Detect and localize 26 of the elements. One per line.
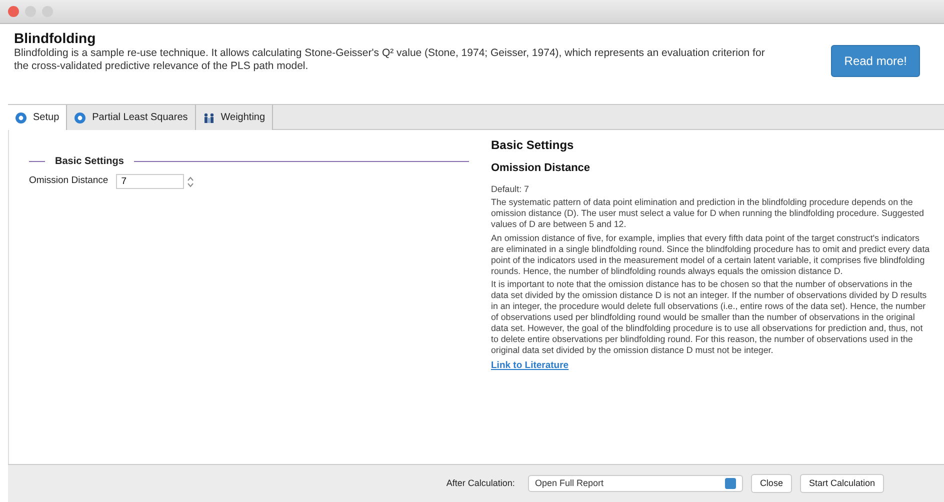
after-calculation-label: After Calculation: (446, 476, 515, 490)
spinner-icon[interactable] (187, 176, 194, 188)
tab[interactable]: Weighting (196, 105, 274, 130)
people-icon (202, 112, 215, 124)
tab[interactable]: Partial Least Squares (67, 105, 196, 130)
literature-link[interactable]: Link to Literature (491, 360, 569, 372)
gear-icon (74, 112, 86, 124)
help-subheading: Omission Distance (491, 162, 592, 176)
help-paragraph: An omission distance of five, for example, implies that every fifth data point of the target construct's indicators are eliminated in a single blindfolding round. Since the blindfolding procedure has to omit and predict every data point of the indicators used in the measurement model of a certain latent variable, it comprises five blindfolding rounds. Hence, the number of blindfolding rounds always equals the omission distance D. (491, 233, 931, 276)
help-paragraph: It is important to note that the omission distance has to be chosen so that the number of observations in the data set divided by the omission distance D is not an integer. If the number of observations divided by D results in an integer, the procedure would delete full observations (i.e., entire rows of the data set). Hence, the number of observations used per blindfolding round would be smaller than the number of observations in the original data set. However, the goal of the blindfolding procedure is to use all observations for prediction and, thus, not to delete entire observations per blindfolding round. For this reason, the number of observations used in the original data set divided by the omission distance D must not be integer. (491, 279, 928, 356)
gear-icon (15, 112, 27, 124)
close-button[interactable]: Close (750, 474, 792, 494)
start-calculation-button[interactable]: Start Calculation (800, 474, 884, 494)
help-heading: Basic Settings (491, 138, 575, 152)
description-text: Blindfolding is a sample re-use technique. It allows calculating Stone-Geisser's Q² value (Stone, 1974; Geisser, 1974), which represents an evaluation criterion for the cross-validated predictive relevance of the PLS path model. (14, 46, 766, 74)
dialog-title: Blindfolding (14, 30, 97, 47)
report-dropdown[interactable]: Open Full Report (528, 475, 743, 492)
tab[interactable]: Setup (8, 105, 68, 130)
read-more-button[interactable]: Read more! (831, 45, 920, 77)
group-rule (29, 161, 45, 162)
number-field[interactable]: 7 (116, 174, 184, 189)
help-paragraph: Default: 7 (491, 184, 530, 194)
close-button[interactable] (8, 6, 19, 17)
help-paragraph: The systematic pattern of data point elimination and prediction in the blindfolding procedure depends on the omission distance (D). The user must select a value for D when running the blindfolding procedure. Suggested values of D are between 5 and 12. (491, 197, 925, 230)
field-label: Omission Distance (29, 174, 108, 188)
group-title: Basic Settings (54, 155, 125, 169)
